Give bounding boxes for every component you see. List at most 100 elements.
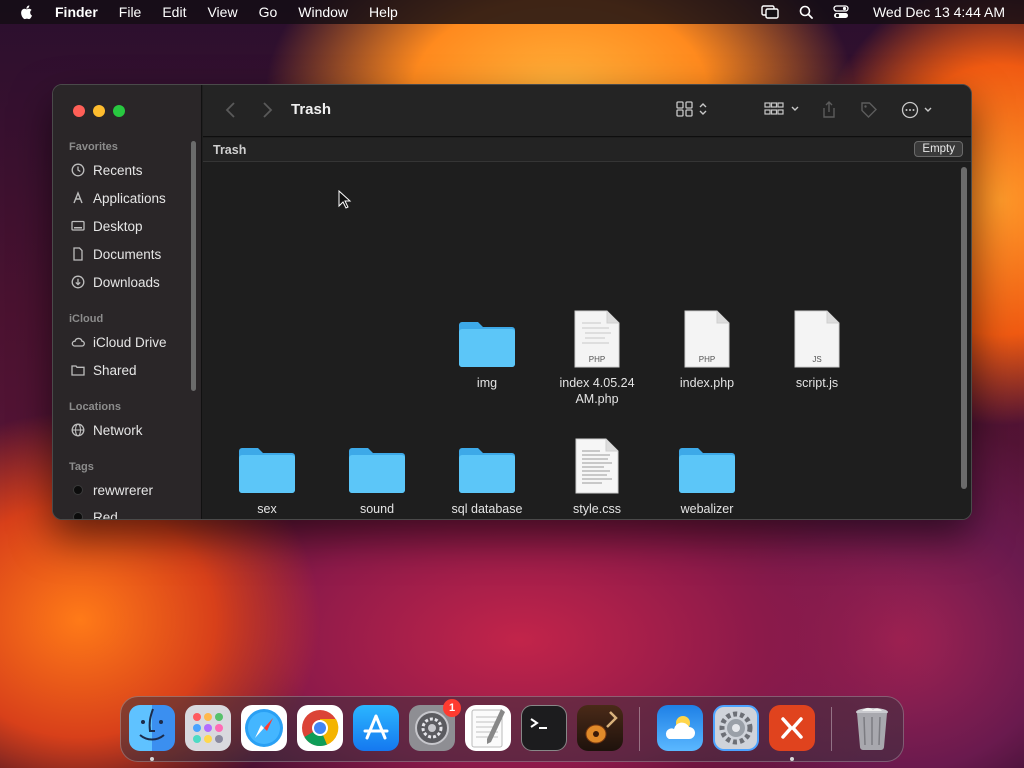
back-button[interactable]	[225, 101, 237, 119]
dock-separator	[831, 707, 832, 751]
remote-desktop-icon	[781, 717, 803, 739]
file-item-style-css[interactable]: style.css	[547, 431, 647, 517]
menu-file[interactable]: File	[119, 4, 142, 20]
download-icon	[71, 275, 85, 289]
file-type-label: PHP	[589, 355, 605, 364]
menu-edit[interactable]: Edit	[162, 4, 186, 20]
dock-app-garageband[interactable]	[577, 705, 623, 751]
sidebar-item-label: Network	[93, 422, 143, 438]
sidebar-item-label: iCloud Drive	[93, 334, 167, 350]
screen-mirroring-icon[interactable]	[761, 5, 779, 19]
file-item-index-4-05-24-am-php[interactable]: PHP index 4.05.24 AM.php	[547, 305, 647, 407]
file-name: webalizer	[680, 502, 734, 516]
notification-badge: 1	[443, 699, 461, 717]
finder-window: Favorites Recents Applications Desktop D…	[52, 84, 972, 520]
sidebar-item-label: Applications	[93, 190, 166, 206]
file-item-webalizer[interactable]: webalizer	[657, 431, 757, 517]
sidebar-item-downloads[interactable]: Downloads	[71, 271, 191, 293]
text-document-icon	[575, 438, 619, 494]
dock-app-safari[interactable]	[241, 705, 287, 751]
folder-icon	[239, 448, 295, 493]
chevron-down-icon	[924, 107, 932, 112]
file-name: sex	[257, 502, 277, 516]
menu-view[interactable]: View	[207, 4, 237, 20]
sidebar-item-label: Recents	[93, 162, 143, 178]
file-item-sql-database[interactable]: sql database	[437, 431, 537, 517]
sidebar-scrollbar[interactable]	[191, 141, 196, 391]
dock-app-launchpad[interactable]	[185, 705, 231, 751]
tag-dot-icon	[73, 512, 83, 519]
dock-app-app-store[interactable]	[353, 705, 399, 751]
apple-logo-icon[interactable]	[19, 4, 35, 20]
forward-button[interactable]	[261, 101, 273, 119]
sidebar-item-desktop[interactable]: Desktop	[71, 215, 191, 237]
content-scrollbar[interactable]	[961, 167, 967, 489]
sidebar-item-label: rewwrerer	[93, 482, 154, 498]
dock-separator	[639, 707, 640, 751]
weather-cloud-sun-icon	[665, 716, 695, 739]
spotlight-search-icon[interactable]	[799, 5, 813, 19]
menu-clock[interactable]: Wed Dec 13 4:44 AM	[873, 4, 1005, 20]
tag-dot-icon	[73, 485, 83, 495]
file-item-index-php[interactable]: PHP index.php	[657, 305, 757, 391]
dock-app-trash[interactable]	[849, 705, 895, 751]
action-menu-button[interactable]	[901, 101, 933, 119]
sidebar-item-label: Red	[93, 509, 118, 520]
chevron-left-icon	[225, 102, 235, 118]
sidebar-tag-red[interactable]: Red	[71, 506, 191, 520]
folder-icon	[349, 448, 405, 493]
file-item-img[interactable]: img	[437, 305, 537, 391]
close-button[interactable]	[73, 105, 85, 117]
sidebar-item-label: Shared	[93, 362, 137, 378]
dock-app-finder[interactable]	[129, 705, 175, 751]
desktop-icon	[71, 220, 85, 231]
toolbar: Trash	[203, 85, 971, 137]
chrome-icon	[302, 710, 339, 747]
control-center-icon[interactable]	[833, 5, 849, 19]
file-grid: img PHP index 4.05.24 AM.php PHP index.p…	[203, 163, 971, 519]
empty-trash-button[interactable]: Empty	[914, 141, 963, 157]
file-name: style.css	[573, 502, 621, 516]
sidebar-item-applications[interactable]: Applications	[71, 187, 191, 209]
dock-app-chrome[interactable]	[297, 705, 343, 751]
dock-app-remote-desktop[interactable]	[769, 705, 815, 751]
dock-app-textedit[interactable]	[465, 705, 511, 751]
launchpad-icon	[193, 713, 223, 743]
dock-app-terminal[interactable]	[521, 705, 567, 751]
globe-icon	[71, 423, 85, 437]
chevron-down-icon	[791, 106, 799, 111]
menu-go[interactable]: Go	[259, 4, 278, 20]
view-mode-button[interactable]	[676, 101, 708, 117]
dock-app-system-settings[interactable]	[713, 705, 759, 751]
sidebar-item-network[interactable]: Network	[71, 419, 191, 441]
dock-app-system-preferences[interactable]: 1	[409, 699, 461, 751]
file-name: index.php	[679, 376, 735, 390]
group-by-button[interactable]	[764, 101, 800, 117]
file-item-sex[interactable]: sex	[217, 431, 317, 517]
sidebar-item-shared[interactable]: Shared	[71, 359, 191, 381]
sidebar-item-label: Desktop	[93, 218, 143, 234]
sidebar-item-recents[interactable]: Recents	[71, 159, 191, 181]
sidebar-item-icloud-drive[interactable]: iCloud Drive	[71, 331, 191, 353]
file-item-sound[interactable]: sound	[327, 431, 427, 517]
menu-finder[interactable]: Finder	[55, 4, 98, 20]
textedit-icon	[471, 709, 505, 748]
menu-window[interactable]: Window	[298, 4, 348, 20]
menu-help[interactable]: Help	[369, 4, 398, 20]
tags-button[interactable]	[860, 101, 878, 119]
file-item-script-js[interactable]: JS script.js	[767, 305, 867, 391]
sidebar-item-label: Downloads	[93, 274, 160, 290]
sidebar-tag-rewwrerer[interactable]: rewwrerer	[71, 479, 191, 501]
share-button[interactable]	[821, 101, 837, 119]
dock: 1	[120, 696, 904, 762]
zoom-button[interactable]	[113, 105, 125, 117]
cloud-icon	[71, 337, 85, 347]
sidebar-section-icloud: iCloud	[69, 313, 104, 325]
chevron-right-icon	[263, 102, 273, 118]
document-icon	[73, 247, 83, 261]
dock-app-weather[interactable]	[657, 705, 703, 751]
mouse-cursor-icon	[338, 190, 352, 209]
minimize-button[interactable]	[93, 105, 105, 117]
path-location: Trash	[213, 143, 247, 157]
sidebar-item-documents[interactable]: Documents	[71, 243, 191, 265]
